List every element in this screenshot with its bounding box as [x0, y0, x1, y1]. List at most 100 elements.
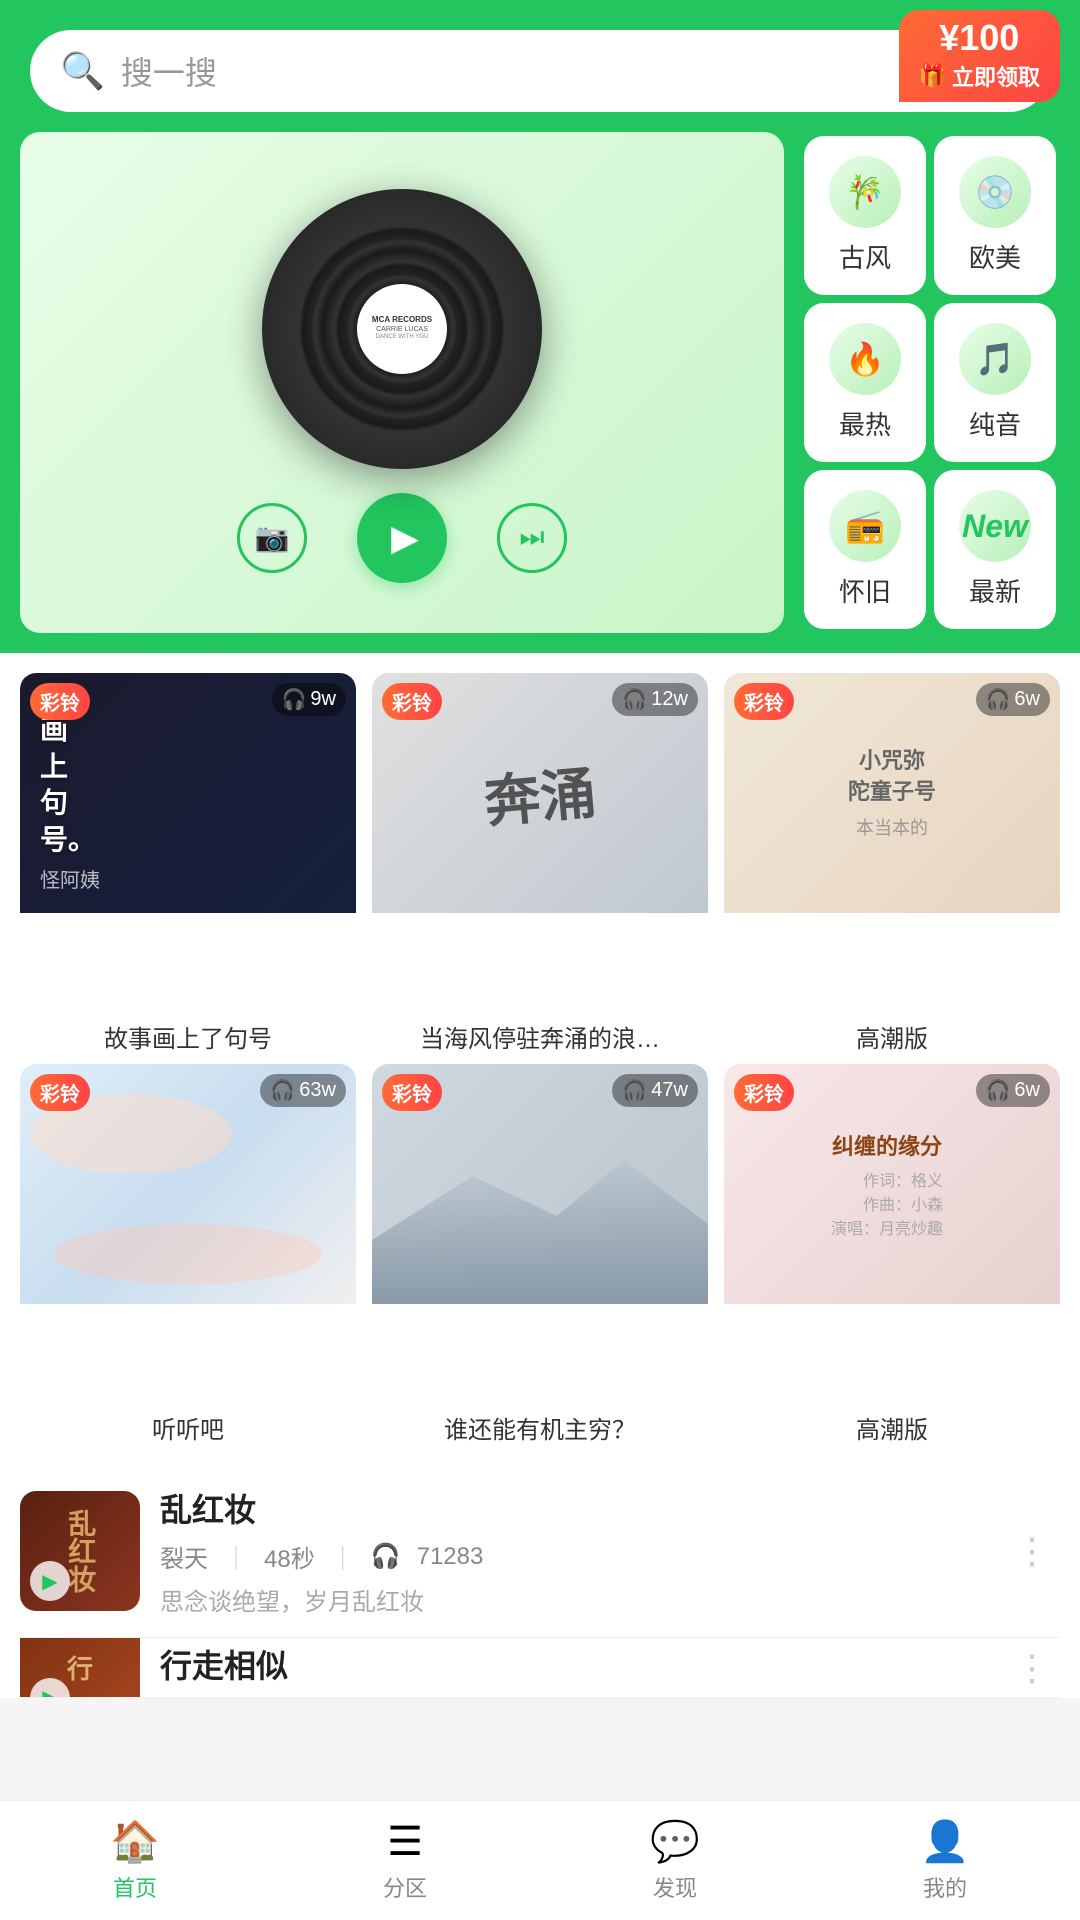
song-cards-row1: 画上句号。 怪阿姨 彩铃 🎧 9w 故事画上了句号 奔涌 彩铃 🎧 12w — [0, 653, 1080, 1074]
vinyl-record: MCA RECORDS CARRIE LUCAS DANCE WITH YOU — [262, 189, 542, 469]
coupon-amount: ¥100 — [919, 20, 1040, 56]
song-list-item-2[interactable]: 行 ▶ 行走相似 ⋮ — [20, 1638, 1060, 1698]
song2-title: 行走相似 — [160, 1641, 984, 1687]
song-card-6[interactable]: 纠缠的缘分 作词：格义作曲：小森演唱：月亮炒趣 彩铃 🎧 6w 高潮版 — [724, 1064, 1060, 1445]
chunyin-label: 纯音 — [969, 405, 1021, 442]
mine-label: 我的 — [923, 1871, 967, 1903]
zuixin-icon: New — [962, 508, 1028, 545]
card5-title: 谁还能有机主穷？ — [372, 1410, 708, 1445]
card3-title: 高潮版 — [724, 1019, 1060, 1054]
song2-thumb-text: 行 — [67, 1649, 93, 1686]
song1-duration: 48秒 — [264, 1539, 315, 1574]
card5-plays: 🎧 47w — [612, 1074, 698, 1107]
category-oumei[interactable]: 💿 欧美 — [934, 136, 1056, 295]
mountain-shape — [372, 1144, 708, 1304]
gift-icon: 🎁 — [919, 63, 946, 89]
coupon-action: 🎁 立即领取 — [919, 60, 1040, 92]
card4-plays: 🎧 63w — [260, 1074, 346, 1107]
oumei-icon-wrap: 💿 — [959, 156, 1031, 228]
card1-tag: 彩铃 — [30, 683, 90, 720]
category-chunyin[interactable]: 🎵 纯音 — [934, 303, 1056, 462]
card1-song-title-visual: 画上句号。 — [40, 712, 336, 858]
category-grid: 🎋 古风 💿 欧美 🔥 最热 🎵 纯音 📻 — [800, 132, 1060, 633]
huaijiu-icon: 📻 — [845, 507, 885, 545]
song2-info: 行走相似 — [160, 1641, 984, 1695]
song2-more-button[interactable]: ⋮ — [1004, 1638, 1060, 1698]
headphone-icon5: 🎧 — [622, 1078, 647, 1103]
nav-zone[interactable]: ☰ 分区 — [270, 1819, 540, 1903]
song1-play-icon: ▶ — [30, 1561, 70, 1601]
headphone-icon-list1: 🎧 — [371, 1542, 401, 1571]
bottom-nav: 🏠 首页 ☰ 分区 💬 发现 👤 我的 — [0, 1800, 1080, 1920]
song1-title: 乱红妆 — [160, 1485, 984, 1531]
headphone-icon3: 🎧 — [986, 687, 1011, 712]
card6-credits: 作词：格义作曲：小森演唱：月亮炒趣 — [831, 1167, 953, 1239]
home-icon: 🏠 — [110, 1818, 160, 1865]
song1-thumbnail: 乱红妆 ▶ — [20, 1491, 140, 1611]
song1-desc: 思念谈绝望，岁月乱红妆 — [160, 1582, 984, 1617]
zuixin-label: 最新 — [969, 572, 1021, 609]
card6-plays: 🎧 6w — [976, 1074, 1050, 1107]
headphone-icon6: 🎧 — [986, 1078, 1011, 1103]
play-button[interactable]: ▶ — [357, 493, 447, 583]
zuixin-icon-wrap: New — [959, 490, 1031, 562]
card6-title: 高潮版 — [724, 1410, 1060, 1445]
headphone-icon1: 🎧 — [282, 687, 307, 712]
card2-title: 当海风停驻奔涌的浪… — [372, 1019, 708, 1054]
card6-tag: 彩铃 — [734, 1074, 794, 1111]
search-placeholder-text: 搜一搜 — [121, 48, 217, 94]
song-card-1[interactable]: 画上句号。 怪阿姨 彩铃 🎧 9w 故事画上了句号 — [20, 673, 356, 1054]
next-button[interactable]: ⏭ — [497, 503, 567, 573]
vinyl-label-brand: MCA RECORDS — [372, 315, 432, 325]
song1-meta: 裂天 ｜ 48秒 ｜ 🎧 71283 — [160, 1539, 984, 1574]
song-card-5[interactable]: 彩铃 🎧 47w 谁还能有机主穷？ — [372, 1064, 708, 1445]
card3-visual-text: 小咒弥陀童子号 — [848, 746, 936, 808]
card2-calligraphy: 奔涌 — [481, 748, 600, 838]
discover-icon: 💬 — [650, 1818, 700, 1865]
vinyl-label-artist: CARRIE LUCAS — [376, 325, 428, 334]
song-card-4[interactable]: 彩铃 🎧 63w 听听吧 — [20, 1064, 356, 1445]
huaijiu-icon-wrap: 📻 — [829, 490, 901, 562]
category-zuixin[interactable]: New 最新 — [934, 470, 1056, 629]
camera-button[interactable]: 📷 — [237, 503, 307, 573]
next-icon: ⏭ — [519, 521, 544, 554]
category-zuire[interactable]: 🔥 最热 — [804, 303, 926, 462]
zuire-icon: 🔥 — [845, 340, 885, 378]
song2-thumbnail: 行 ▶ — [20, 1638, 140, 1698]
song-list-item-1[interactable]: 乱红妆 ▶ 乱红妆 裂天 ｜ 48秒 ｜ 🎧 71283 思念谈绝望，岁月乱红妆… — [20, 1465, 1060, 1638]
card2-plays: 🎧 12w — [612, 683, 698, 716]
nav-home[interactable]: 🏠 首页 — [0, 1818, 270, 1903]
discover-label: 发现 — [653, 1871, 697, 1903]
oumei-icon: 💿 — [975, 173, 1015, 211]
search-icon: 🔍 — [60, 50, 105, 92]
play-icon: ▶ — [391, 517, 419, 559]
song-cards-row2: 彩铃 🎧 63w 听听吧 彩铃 🎧 47w 谁还能有机主穷？ 纠缠的缘分 作 — [0, 1064, 1080, 1465]
category-gufeng[interactable]: 🎋 古风 — [804, 136, 926, 295]
vinyl-player: MCA RECORDS CARRIE LUCAS DANCE WITH YOU … — [20, 132, 784, 633]
category-huaijiu[interactable]: 📻 怀旧 — [804, 470, 926, 629]
nav-mine[interactable]: 👤 我的 — [810, 1818, 1080, 1903]
song1-plays: 71283 — [417, 1543, 484, 1571]
song-card-3[interactable]: 小咒弥陀童子号 本当本的 彩铃 🎧 6w 高潮版 — [724, 673, 1060, 1054]
zuire-label: 最热 — [839, 405, 891, 442]
song-card-2[interactable]: 奔涌 彩铃 🎧 12w 当海风停驻奔涌的浪… — [372, 673, 708, 1054]
oumei-label: 欧美 — [969, 238, 1021, 275]
chunyin-icon-wrap: 🎵 — [959, 323, 1031, 395]
sep2: ｜ — [331, 1539, 355, 1574]
card5-tag: 彩铃 — [382, 1074, 442, 1111]
card1-title: 故事画上了句号 — [20, 1019, 356, 1054]
sep1: ｜ — [224, 1539, 248, 1574]
huaijiu-label: 怀旧 — [839, 572, 891, 609]
song2-play-icon: ▶ — [30, 1678, 70, 1699]
zuire-icon-wrap: 🔥 — [829, 323, 901, 395]
headphone-icon2: 🎧 — [622, 687, 647, 712]
nav-discover[interactable]: 💬 发现 — [540, 1818, 810, 1903]
search-bar[interactable]: 🔍 搜一搜 — [30, 30, 1050, 112]
card3-plays: 🎧 6w — [976, 683, 1050, 716]
card3-sub: 本当本的 — [856, 814, 928, 840]
song1-more-button[interactable]: ⋮ — [1004, 1520, 1060, 1582]
card1-author: 怪阿姨 — [40, 864, 336, 893]
player-controls: 📷 ▶ ⏭ — [237, 493, 567, 583]
coupon-banner[interactable]: ¥100 🎁 立即领取 — [899, 10, 1060, 102]
headphone-icon4: 🎧 — [270, 1078, 295, 1103]
